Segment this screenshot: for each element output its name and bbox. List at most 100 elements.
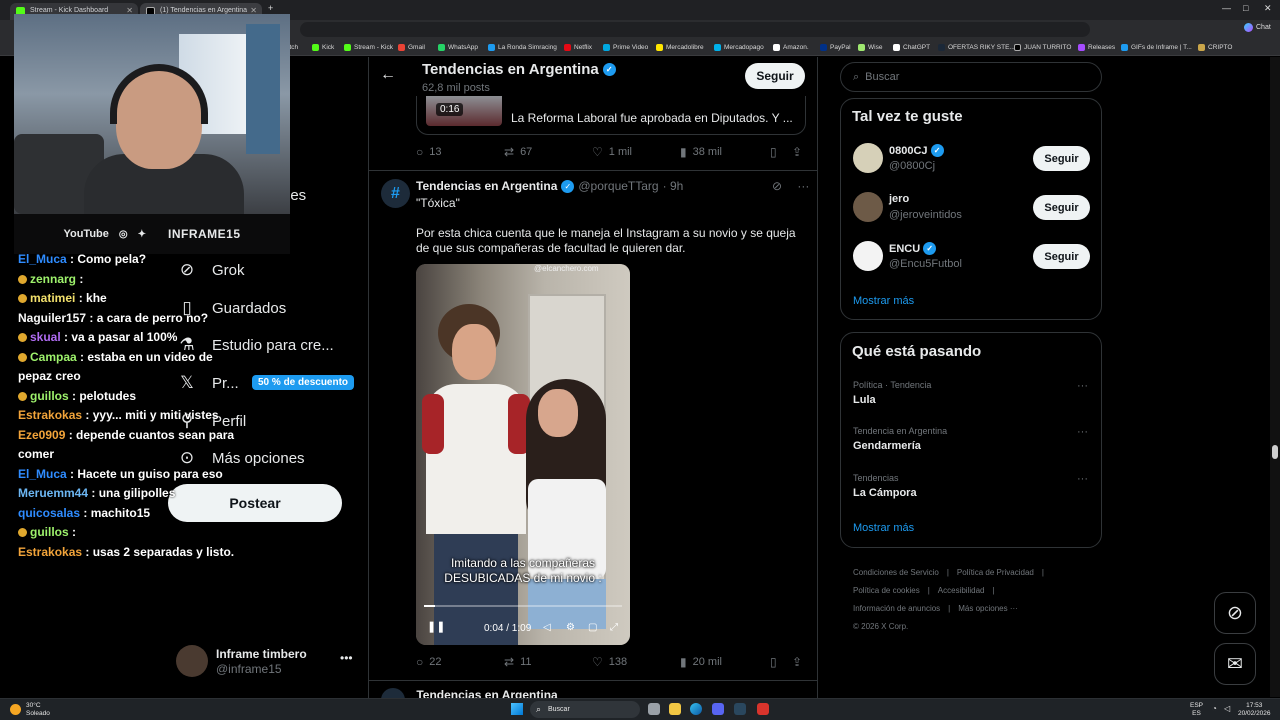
steam-icon[interactable] (734, 703, 746, 715)
trend-item[interactable]: Tendencias La Cámpora ··· (853, 473, 1093, 499)
address-bar[interactable] (300, 22, 1090, 37)
footer-link[interactable]: Política de cookies (853, 586, 920, 595)
show-more-link[interactable]: Mostrar más (853, 295, 914, 307)
chat-username[interactable]: Eze0909 (18, 428, 65, 442)
search-input[interactable]: ⌕ Buscar (840, 62, 1102, 92)
video-player[interactable]: @elcanchero.com Imitando a las compañera… (416, 264, 630, 645)
bookmark-item[interactable]: WhatsApp (438, 44, 478, 51)
bookmark-item[interactable]: Netflix (564, 44, 592, 51)
chat-username[interactable]: quicosalas (18, 506, 80, 520)
task-view-icon[interactable] (648, 703, 660, 715)
chat-username[interactable]: matimei (30, 291, 75, 305)
scrollbar[interactable] (1270, 57, 1280, 697)
bookmark-item[interactable]: Wise (858, 44, 882, 51)
chat-username[interactable]: Meruemm44 (18, 486, 88, 500)
like-button[interactable]: ♡ 1 mil (592, 145, 632, 159)
video-progress-bar[interactable] (424, 605, 622, 607)
bookmark-button[interactable]: ▯ (770, 655, 777, 669)
footer-link[interactable]: Condiciones de Servicio (853, 568, 939, 577)
share-button[interactable]: ⇪ (792, 145, 802, 159)
close-window-button[interactable]: ✕ (1264, 3, 1272, 14)
chat-username[interactable]: guillos (30, 525, 69, 539)
volume-icon[interactable]: ◁ (543, 622, 551, 633)
start-button[interactable] (511, 703, 523, 715)
follow-button[interactable]: Seguir (1033, 146, 1090, 171)
messages-fab[interactable]: ✉ (1214, 643, 1256, 685)
chat-button[interactable]: Chat (1244, 23, 1271, 32)
chat-username[interactable]: El_Muca (18, 467, 67, 481)
more-icon[interactable]: ··· (797, 179, 809, 193)
suggested-account[interactable]: 0800CJ ✓ @0800Cj Seguir (853, 143, 1093, 175)
more-icon[interactable]: ••• (340, 651, 353, 665)
maximize-button[interactable]: □ (1243, 3, 1248, 13)
footer-link[interactable]: Más opciones ··· (958, 604, 1018, 613)
chat-username[interactable]: El_Muca (18, 252, 67, 266)
bookmark-item[interactable]: La Ronda Simracing (488, 44, 557, 51)
footer-link[interactable]: Información de anuncios (853, 604, 940, 613)
taskbar-search[interactable]: ⌕ Buscar (530, 701, 640, 718)
more-icon[interactable]: ··· (1077, 473, 1088, 485)
author-name[interactable]: Tendencias en Argentina (416, 179, 557, 193)
bookmark-item[interactable]: Stream - Kick (344, 44, 393, 51)
bookmark-item[interactable]: Mercadopago (714, 44, 764, 51)
footer-link[interactable]: Política de Privacidad (957, 568, 1034, 577)
share-button[interactable]: ⇪ (792, 655, 802, 669)
pause-icon[interactable]: ❚❚ (427, 620, 445, 633)
follow-button[interactable]: Seguir (1033, 195, 1090, 220)
grok-fab[interactable]: ⊘ (1214, 592, 1256, 634)
chat-username[interactable]: Campaa (30, 350, 77, 364)
bookmark-item[interactable]: CRIPTO (1198, 44, 1232, 51)
bookmark-item[interactable]: Kick (312, 44, 334, 51)
trend-item[interactable]: Tendencia en Argentina Gendarmería ··· (853, 426, 1093, 452)
views-button[interactable]: ▮ 20 mil (680, 655, 722, 669)
bookmark-item[interactable]: Releases (1078, 44, 1115, 51)
edge-icon[interactable] (690, 703, 702, 715)
post-time[interactable]: · 9h (663, 179, 684, 193)
more-icon[interactable]: ··· (1077, 426, 1088, 438)
bookmark-item[interactable]: PayPal (820, 44, 851, 51)
reply-button[interactable]: ○ 22 (416, 655, 442, 669)
like-button[interactable]: ♡ 138 (592, 655, 627, 669)
views-button[interactable]: ▮ 38 mil (680, 145, 722, 159)
bookmark-item[interactable]: OFERTAS RIKY STE... (938, 44, 1015, 51)
bookmark-item[interactable]: Mercadolibre (656, 44, 704, 51)
clock[interactable]: 17:53 20/02/2026 (1238, 702, 1271, 717)
bookmark-item[interactable]: JUAN TURRITO (1014, 44, 1071, 51)
footer-link[interactable]: Accesibilidad (938, 586, 985, 595)
chat-username[interactable]: zennarg (30, 272, 76, 286)
avatar[interactable]: # (381, 179, 410, 208)
discord-icon[interactable] (712, 703, 724, 715)
author-handle[interactable]: @porqueTTarg (578, 179, 658, 193)
reply-button[interactable]: ○ 13 (416, 145, 442, 159)
repost-button[interactable]: ⇄ 11 (504, 655, 531, 669)
suggested-account[interactable]: ENCU ✓ @Encu5Futbol Seguir (853, 241, 1093, 273)
chat-username[interactable]: guillos (30, 389, 69, 403)
chat-username[interactable]: Naguiler157 (18, 311, 86, 325)
trend-item[interactable]: Política · Tendencia Lula ··· (853, 380, 1093, 406)
bookmark-item[interactable]: Amazon. (773, 44, 809, 51)
follow-button[interactable]: Seguir (745, 63, 805, 89)
bookmark-item[interactable]: Gmail (398, 44, 425, 51)
chat-username[interactable]: Estrakokas (18, 408, 82, 422)
back-arrow-icon[interactable]: ← (380, 66, 396, 84)
settings-icon[interactable]: ⚙ (566, 622, 575, 633)
bookmark-item[interactable]: GIFs de Inframe | T... (1121, 44, 1192, 51)
suggested-account[interactable]: jero @jeroveintidos Seguir (853, 192, 1093, 224)
bookmark-item[interactable]: ChatGPT (893, 44, 930, 51)
follow-button[interactable]: Seguir (1033, 244, 1090, 269)
more-icon[interactable]: ··· (1077, 380, 1088, 392)
file-explorer-icon[interactable] (669, 703, 681, 715)
weather-widget[interactable]: 30°C Soleado (10, 702, 50, 718)
scrollbar-thumb[interactable] (1272, 445, 1278, 459)
repost-button[interactable]: ⇄ 67 (504, 145, 532, 159)
chat-username[interactable]: skual (30, 330, 61, 344)
minimize-button[interactable]: — (1222, 3, 1231, 13)
bookmark-button[interactable]: ▯ (770, 145, 777, 159)
fullscreen-icon[interactable]: ⤢ (610, 622, 618, 633)
show-more-link[interactable]: Mostrar más (853, 522, 914, 534)
new-tab-button[interactable]: + (268, 3, 273, 13)
grok-icon[interactable]: ⊘ (772, 179, 782, 193)
account-switcher[interactable]: Inframe timbero @inframe15 ••• (176, 645, 356, 677)
app-icon[interactable] (757, 703, 769, 715)
pip-icon[interactable]: ▢ (588, 622, 597, 633)
